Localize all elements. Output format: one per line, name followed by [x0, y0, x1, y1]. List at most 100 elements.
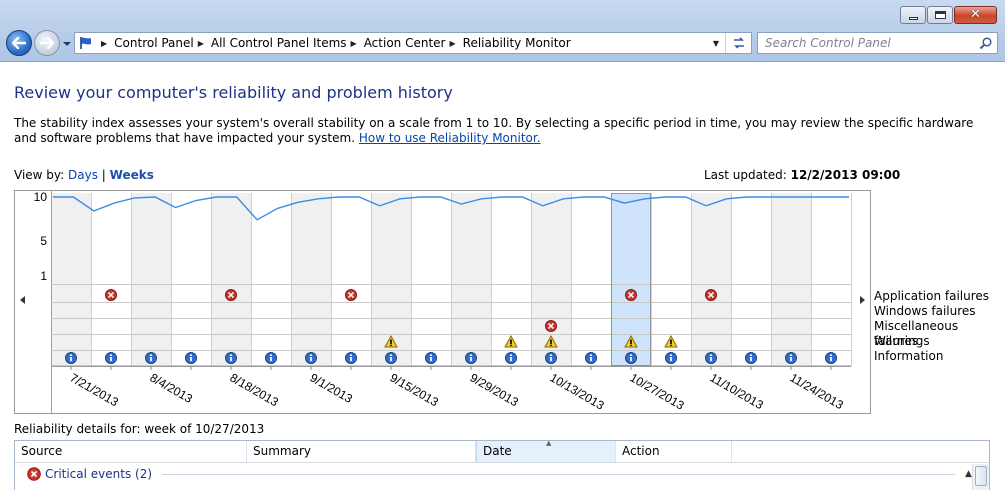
details-table: Source Summary ▲ Date Action Critical ev… [14, 439, 990, 490]
breadcrumb-item[interactable]: All Control Panel Items [211, 36, 347, 50]
chart-column[interactable] [331, 193, 371, 366]
information-icon[interactable] [225, 352, 237, 364]
chart-column[interactable] [211, 193, 251, 366]
view-separator: | [101, 168, 106, 182]
last-updated-value: 12/2/2013 09:00 [790, 168, 901, 182]
view-by-label: View by: [14, 168, 65, 182]
page-title: Review your computer's reliability and p… [14, 83, 453, 102]
error-icon[interactable] [345, 289, 357, 301]
information-icon[interactable] [665, 352, 677, 364]
information-icon[interactable] [145, 352, 157, 364]
chart-column[interactable] [291, 193, 331, 366]
column-date[interactable]: ▲ Date [476, 439, 616, 462]
last-updated: Last updated: 12/2/2013 09:00 [704, 168, 900, 182]
breadcrumb-item[interactable]: Reliability Monitor [463, 36, 571, 50]
refresh-button[interactable] [725, 33, 751, 53]
chart-column[interactable] [571, 193, 611, 366]
details-table-header: Source Summary ▲ Date Action [15, 439, 989, 463]
x-tick-label: 10/27/2013 [628, 370, 687, 412]
reliability-chart-svg: 1051 7/21/2013 8/4/2013 8/18/2013 9/1/20… [20, 191, 865, 413]
recent-pages-dropdown[interactable] [62, 39, 72, 49]
information-icon[interactable] [65, 352, 77, 364]
information-icon[interactable] [185, 352, 197, 364]
error-icon[interactable] [625, 289, 637, 301]
page-description: The stability index assesses your system… [14, 116, 989, 146]
forward-button[interactable] [34, 30, 60, 56]
column-source[interactable]: Source [15, 441, 247, 462]
chart-column[interactable] [691, 193, 731, 366]
chart-column[interactable] [51, 193, 91, 366]
scroll-left-icon[interactable] [20, 296, 25, 304]
breadcrumb-item[interactable]: Action Center [364, 36, 446, 50]
information-icon[interactable] [265, 352, 277, 364]
error-icon[interactable] [105, 289, 117, 301]
column-action[interactable]: Action [616, 441, 732, 462]
y-tick-label: 5 [40, 234, 47, 248]
vertical-scrollbar[interactable] [972, 464, 989, 490]
minimize-icon [908, 16, 918, 20]
chart-column[interactable] [131, 193, 171, 366]
address-bar[interactable]: ▶ Control Panel ▶ All Control Panel Items ▶ A… [74, 32, 752, 54]
information-icon[interactable] [305, 352, 317, 364]
column-summary-label: Summary [253, 444, 311, 458]
information-icon[interactable] [825, 352, 837, 364]
details-title: Reliability details for: week of 10/27/2… [14, 422, 265, 436]
column-action-label: Action [622, 444, 660, 458]
chart-column[interactable] [411, 193, 451, 366]
information-icon[interactable] [785, 352, 797, 364]
back-button[interactable] [6, 30, 32, 56]
legend-row-label: Miscellaneous failures [874, 319, 959, 348]
chart-column[interactable] [811, 193, 851, 366]
information-icon[interactable] [705, 352, 717, 364]
breadcrumb-separator-icon[interactable]: ▶ [101, 39, 107, 48]
maximize-icon [934, 11, 946, 19]
breadcrumb-item[interactable]: Control Panel [114, 36, 194, 50]
chart-column[interactable] [171, 193, 211, 366]
x-tick-label: 8/18/2013 [228, 370, 282, 409]
search-box[interactable]: Search Control Panel [757, 32, 998, 54]
scrollbar-thumb[interactable] [975, 466, 987, 486]
group-critical-events[interactable]: Critical events (2) ▲ [15, 463, 989, 485]
information-icon[interactable] [585, 352, 597, 364]
view-weeks-link[interactable]: Weeks [110, 168, 154, 182]
error-icon[interactable] [545, 320, 557, 332]
breadcrumb-separator-icon[interactable]: ▶ [351, 39, 357, 48]
scroll-right-icon[interactable] [860, 296, 865, 304]
last-updated-label: Last updated: [704, 168, 787, 182]
legend-row-label: Application failures [874, 289, 990, 303]
chart-column[interactable] [91, 193, 131, 366]
sort-ascending-icon: ▲ [546, 439, 552, 447]
reliability-chart[interactable]: 10 5 1 7/21/2013 8/4/2013 8/18/2013 9/1/… [14, 190, 871, 414]
close-icon: ✕ [970, 7, 981, 22]
legend-row-label: Windows failures [874, 304, 976, 318]
breadcrumb-separator-icon[interactable]: ▶ [198, 39, 204, 48]
column-summary[interactable]: Summary [247, 441, 476, 462]
search-icon[interactable] [979, 36, 992, 50]
column-source-label: Source [21, 444, 63, 458]
minimize-button[interactable] [900, 6, 926, 24]
chart-column[interactable] [771, 193, 811, 366]
error-icon[interactable] [705, 289, 717, 301]
information-icon[interactable] [345, 352, 357, 364]
maximize-button[interactable] [927, 6, 953, 24]
action-center-flag-icon [75, 33, 97, 53]
error-icon[interactable] [225, 289, 237, 301]
chart-column[interactable] [731, 193, 771, 366]
information-icon[interactable] [385, 352, 397, 364]
chart-column[interactable] [451, 193, 491, 366]
address-dropdown[interactable]: ▼ [707, 39, 725, 48]
information-icon[interactable] [425, 352, 437, 364]
information-icon[interactable] [545, 352, 557, 364]
information-icon[interactable] [465, 352, 477, 364]
information-icon[interactable] [505, 352, 517, 364]
information-icon[interactable] [625, 352, 637, 364]
close-button[interactable]: ✕ [954, 6, 997, 24]
view-by: View by: Days | Weeks [14, 168, 154, 182]
information-icon[interactable] [745, 352, 757, 364]
breadcrumb-separator-icon[interactable]: ▶ [449, 39, 455, 48]
breadcrumb: ▶ Control Panel ▶ All Control Panel Items ▶ A… [97, 36, 571, 50]
window-controls: ✕ [900, 6, 997, 24]
information-icon[interactable] [105, 352, 117, 364]
view-days-link[interactable]: Days [68, 168, 98, 182]
help-link[interactable]: How to use Reliability Monitor. [359, 131, 541, 145]
